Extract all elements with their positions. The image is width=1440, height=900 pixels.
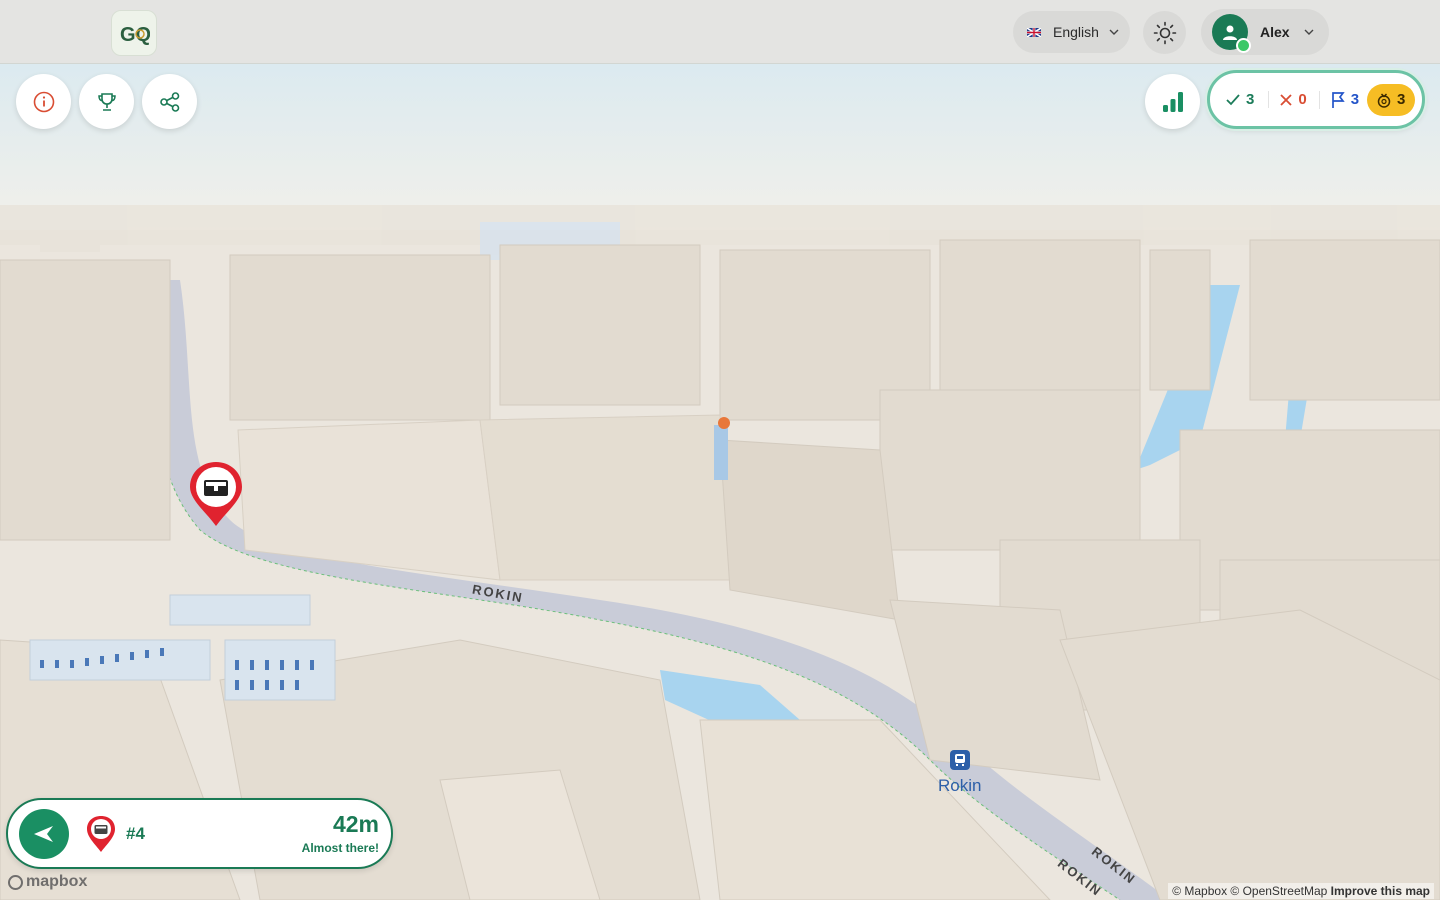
trophy-icon (97, 92, 116, 111)
flag-icon (1331, 91, 1345, 108)
info-icon (33, 91, 54, 112)
proximity-message: Almost there! (301, 841, 379, 855)
language-label: English (1053, 24, 1099, 40)
user-menu[interactable]: Alex (1201, 9, 1329, 55)
share-icon (159, 91, 179, 112)
navigation-card[interactable]: #4 42m Almost there! (6, 798, 393, 869)
treasure-chest-icon (190, 462, 242, 526)
coin-bag-icon (1377, 92, 1391, 108)
target-distance: 42m (332, 811, 379, 837)
attribution-text[interactable]: © Mapbox © OpenStreetMap (1172, 884, 1327, 898)
map-attribution: © Mapbox © OpenStreetMap Improve this ma… (1168, 883, 1434, 899)
chevron-down-icon (1109, 29, 1119, 35)
wrong-value: 0 (1298, 91, 1307, 108)
stats-button[interactable] (1145, 74, 1200, 129)
score-panel: 3 0 3 3 (1207, 70, 1425, 129)
top-bar: GQ English Alex (0, 0, 1440, 64)
improve-map-link[interactable]: Improve this map (1331, 884, 1430, 898)
metro-station-icon[interactable] (950, 750, 970, 770)
treasure-marker[interactable] (188, 460, 244, 533)
treasure-chest-icon (87, 816, 115, 852)
sun-icon (1153, 21, 1176, 44)
uk-flag-icon (1027, 27, 1041, 37)
target-pin (86, 815, 116, 858)
user-name: Alex (1260, 24, 1290, 40)
avatar (1212, 14, 1251, 53)
coin-value: 3 (1397, 91, 1406, 108)
info-button[interactable] (16, 74, 71, 129)
map-canvas[interactable] (0, 0, 1440, 900)
direction-button[interactable] (19, 809, 69, 859)
wrong-count: 0 (1268, 91, 1307, 108)
stats-bar-icon (1162, 91, 1183, 112)
flag-value: 3 (1350, 91, 1360, 108)
correct-count: 3 (1225, 91, 1254, 108)
flag-count: 3 (1318, 90, 1360, 109)
check-icon (1226, 93, 1240, 105)
svg-text:GQ: GQ (120, 24, 150, 46)
mapbox-logo[interactable]: mapbox (8, 873, 87, 891)
user-icon (1223, 25, 1237, 40)
app-logo[interactable]: GQ (111, 10, 157, 56)
target-number: #4 (126, 824, 145, 843)
logo-mark: GQ (120, 24, 150, 46)
theme-toggle-button[interactable] (1143, 11, 1186, 54)
correct-value: 3 (1246, 91, 1255, 108)
mapbox-icon (8, 874, 23, 890)
station-label: Rokin (938, 776, 982, 795)
chevron-down-icon (1304, 29, 1314, 35)
online-status-dot (1236, 38, 1251, 53)
share-button[interactable] (142, 74, 197, 129)
coin-count: 3 (1367, 83, 1416, 116)
map-3d-view (0, 0, 1440, 900)
direction-arrow-icon (34, 826, 53, 842)
mapbox-wordmark: mapbox (26, 873, 88, 890)
language-selector[interactable]: English (1013, 11, 1130, 53)
leaderboard-button[interactable] (79, 74, 134, 129)
close-icon (1280, 93, 1292, 106)
